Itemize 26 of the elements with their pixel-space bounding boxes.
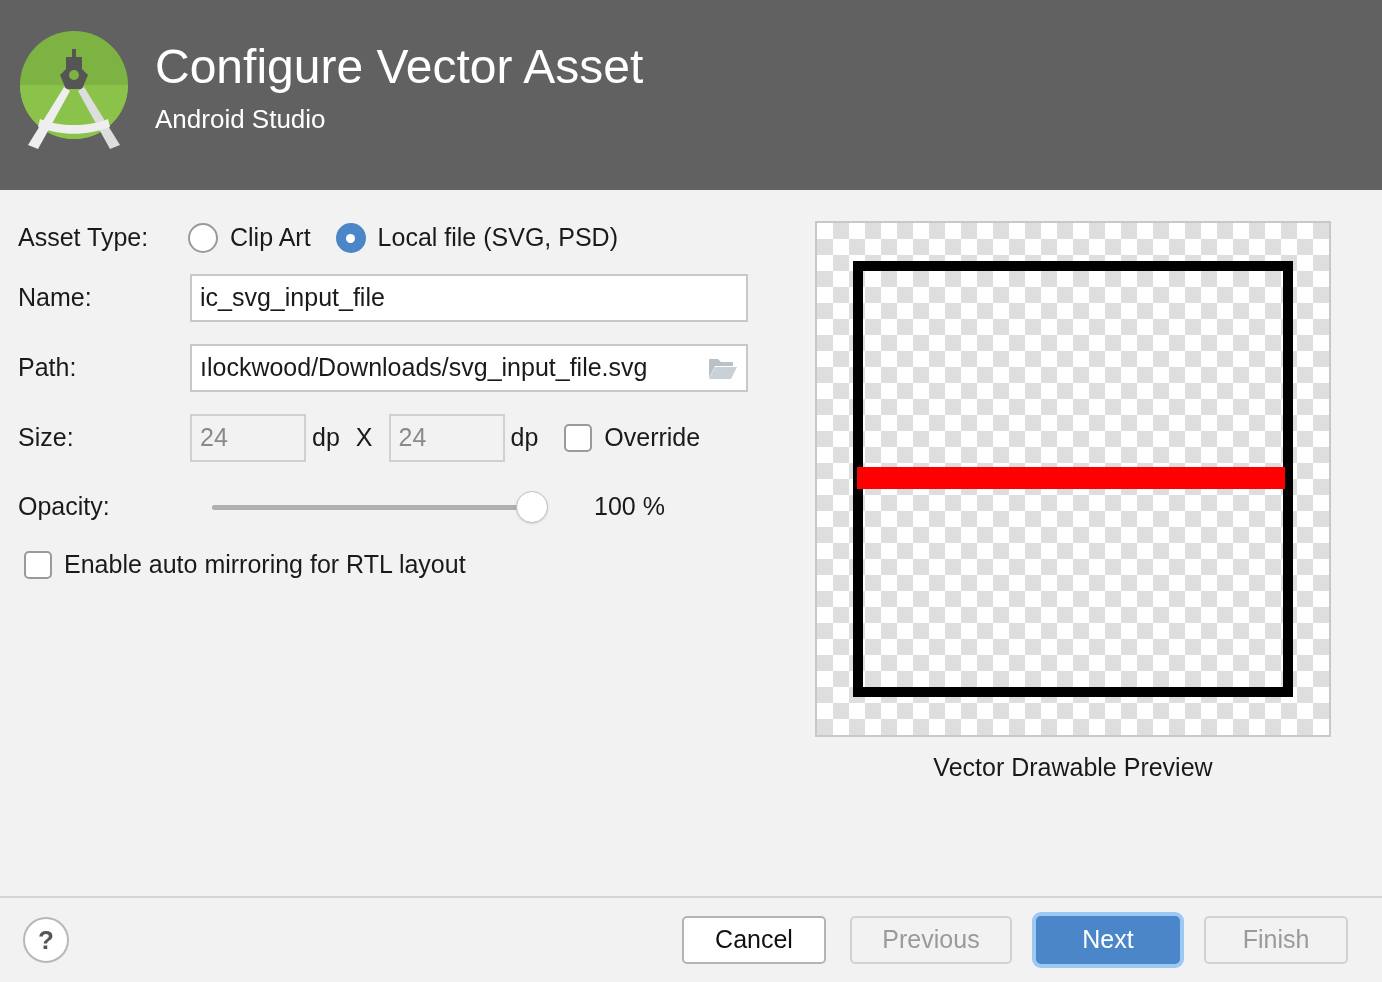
help-button[interactable]: ?: [23, 917, 69, 963]
radio-label[interactable]: Local file (SVG, PSD): [377, 219, 618, 257]
opacity-value: 100 %: [594, 491, 665, 523]
field-label: Asset Type:: [18, 222, 150, 254]
dialog-button[interactable]: Cancel: [682, 916, 826, 964]
preview-caption: Vector Drawable Preview: [933, 752, 1213, 783]
checkbox-label[interactable]: Enable auto mirroring for RTL layout: [64, 546, 466, 584]
unit-label: dp: [510, 422, 539, 454]
slider-thumb[interactable]: [516, 491, 548, 523]
times-label: X: [355, 422, 373, 454]
radio-button[interactable]: [335, 223, 366, 253]
path-value: ılockwood/Downloads/svg_input_file.svg: [200, 352, 649, 384]
radio-label[interactable]: Clip Art: [230, 219, 311, 257]
path-field[interactable]: ılockwood/Downloads/svg_input_file.svg: [190, 344, 748, 392]
field-label: Size:: [18, 422, 75, 454]
input-field[interactable]: ic_svg_input_file: [190, 274, 748, 322]
field-label: Opacity:: [18, 491, 111, 523]
unit-label: dp: [312, 422, 340, 454]
radio-button[interactable]: [188, 223, 218, 253]
field-label: Name:: [18, 282, 93, 314]
compass-logo-icon: [18, 29, 130, 151]
dialog-subtitle: Android Studio: [155, 102, 327, 136]
field-label: Path:: [18, 352, 78, 384]
checkbox[interactable]: [24, 551, 52, 579]
folder-icon[interactable]: [708, 356, 738, 380]
dialog-title: Configure Vector Asset: [155, 38, 644, 95]
